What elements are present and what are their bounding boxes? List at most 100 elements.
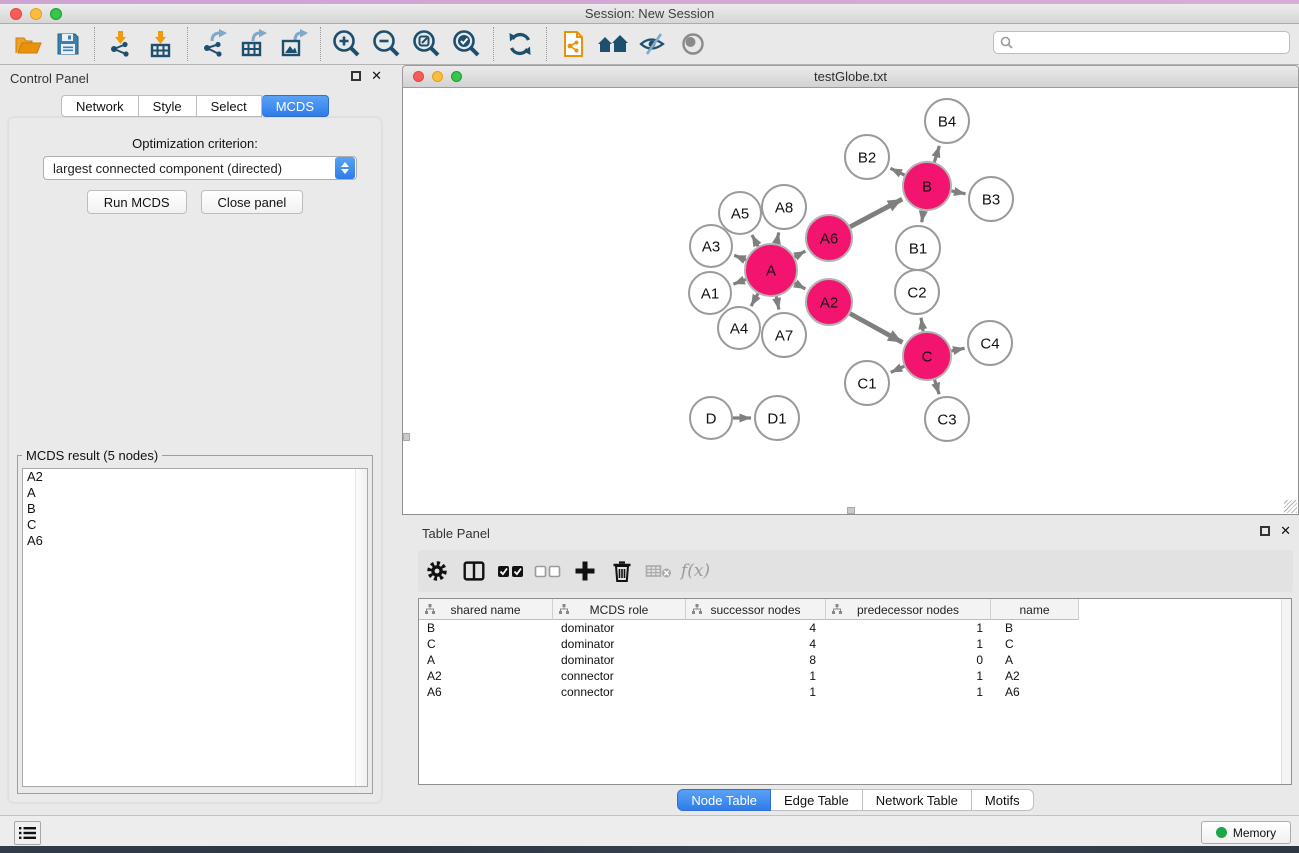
cell[interactable]: connector (553, 685, 686, 699)
tab-motifs[interactable]: Motifs (972, 789, 1034, 811)
mcds-result-item[interactable]: C (23, 517, 367, 533)
add-column-button[interactable] (566, 553, 603, 589)
column-header-name[interactable]: name (991, 599, 1079, 620)
column-header-predecessor-nodes[interactable]: predecessor nodes (826, 599, 991, 620)
cell[interactable]: 0 (826, 653, 991, 667)
zoom-in-button[interactable] (327, 26, 367, 62)
node-A7[interactable]: A7 (762, 313, 806, 357)
table-row[interactable]: A2connector11A2 (419, 668, 1281, 684)
cell[interactable]: 1 (826, 685, 991, 699)
close-panel-button[interactable]: Close panel (201, 190, 304, 214)
cell[interactable]: A6 (991, 685, 1079, 699)
edge-A-A7[interactable] (776, 296, 779, 309)
cell[interactable]: C (419, 637, 553, 651)
tab-node-table[interactable]: Node Table (677, 789, 771, 811)
select-all-button[interactable] (492, 553, 529, 589)
node-B1[interactable]: B1 (896, 226, 940, 270)
node-B4[interactable]: B4 (925, 99, 969, 143)
node-A3[interactable]: A3 (690, 225, 732, 267)
cell[interactable]: 4 (686, 621, 826, 635)
cell[interactable]: connector (553, 669, 686, 683)
export-image-button[interactable] (274, 26, 314, 62)
cell[interactable]: B (991, 621, 1079, 635)
edge-A6-B[interactable] (850, 199, 902, 227)
edge-C-C3[interactable] (935, 380, 940, 394)
cell[interactable]: 4 (686, 637, 826, 651)
search-input[interactable] (1013, 33, 1289, 52)
edge-A2-C[interactable] (850, 314, 902, 343)
cell[interactable]: 1 (826, 637, 991, 651)
node-A2[interactable]: A2 (806, 279, 852, 325)
table-row[interactable]: Adominator80A (419, 652, 1281, 668)
network-window-titlebar[interactable]: testGlobe.txt (402, 65, 1299, 88)
criterion-select[interactable]: largest connected component (directed) (43, 156, 357, 180)
mcds-list-scrollbar[interactable] (355, 469, 367, 786)
home-button[interactable] (593, 26, 633, 62)
edge-A-A8[interactable] (776, 232, 778, 243)
network-graph[interactable]: AA1A2A3A4A5A6A7A8BB1B2B3B4CC1C2C3C4DD1 (403, 88, 1298, 513)
table-settings-button[interactable] (418, 553, 455, 589)
table-row[interactable]: A6connector11A6 (419, 684, 1281, 700)
export-network-button[interactable] (194, 26, 234, 62)
cell[interactable]: 1 (826, 621, 991, 635)
import-table-button[interactable] (141, 26, 181, 62)
mcds-result-item[interactable]: A2 (23, 469, 367, 485)
edge-B-B3[interactable] (951, 191, 965, 194)
node-B[interactable]: B (903, 162, 951, 210)
tab-network-table[interactable]: Network Table (863, 789, 972, 811)
float-table-panel-icon[interactable] (1260, 526, 1270, 536)
edge-A-A5[interactable] (752, 235, 758, 246)
apply-function-button[interactable]: f(x) (677, 553, 714, 589)
node-A5[interactable]: A5 (719, 192, 761, 234)
deselect-all-button[interactable] (529, 553, 566, 589)
mcds-result-item[interactable]: B (23, 501, 367, 517)
float-panel-icon[interactable] (351, 71, 361, 81)
table-row[interactable]: Cdominator41C (419, 636, 1281, 652)
zoom-out-button[interactable] (367, 26, 407, 62)
tab-edge-table[interactable]: Edge Table (771, 789, 863, 811)
canvas-scroll-indicator-left[interactable] (403, 433, 410, 441)
cell[interactable]: 1 (826, 669, 991, 683)
edge-A-A2[interactable] (795, 283, 806, 289)
show-column-button[interactable] (455, 553, 492, 589)
import-network-button[interactable] (101, 26, 141, 62)
tab-network[interactable]: Network (61, 95, 139, 117)
cell[interactable]: 1 (686, 685, 826, 699)
node-A8[interactable]: A8 (762, 185, 806, 229)
edge-B-B2[interactable] (890, 168, 904, 175)
cell[interactable]: dominator (553, 621, 686, 635)
delete-row-button[interactable] (603, 553, 640, 589)
refresh-button[interactable] (500, 26, 540, 62)
node-A4[interactable]: A4 (718, 307, 760, 349)
cell[interactable]: A (419, 653, 553, 667)
cell[interactable]: B (419, 621, 553, 635)
tab-mcds[interactable]: MCDS (262, 95, 329, 117)
edge-C-C4[interactable] (951, 348, 964, 351)
node-A1[interactable]: A1 (689, 272, 731, 314)
close-table-panel-icon[interactable]: ✕ (1280, 526, 1291, 536)
node-C4[interactable]: C4 (968, 321, 1012, 365)
column-header-successor-nodes[interactable]: successor nodes (686, 599, 826, 620)
node-A[interactable]: A (745, 244, 797, 296)
delete-column-button[interactable] (640, 553, 677, 589)
edge-B-B4[interactable] (934, 146, 939, 162)
open-session-button[interactable] (8, 26, 48, 62)
cell[interactable]: A2 (991, 669, 1079, 683)
node-D1[interactable]: D1 (755, 396, 799, 440)
hide-eye-button[interactable] (633, 26, 673, 62)
table-row[interactable]: Bdominator41B (419, 620, 1281, 636)
run-mcds-button[interactable]: Run MCDS (87, 190, 187, 214)
node-C1[interactable]: C1 (845, 361, 889, 405)
edge-C-C1[interactable] (891, 366, 904, 372)
edge-A-A1[interactable] (733, 280, 745, 285)
memory-button[interactable]: Memory (1201, 821, 1291, 844)
tab-style[interactable]: Style (139, 95, 197, 117)
mcds-result-item[interactable]: A6 (23, 533, 367, 549)
edge-B-B1[interactable] (922, 211, 924, 223)
edge-A-A6[interactable] (795, 251, 806, 257)
node-B3[interactable]: B3 (969, 177, 1013, 221)
cell[interactable]: C (991, 637, 1079, 651)
zoom-selected-button[interactable] (447, 26, 487, 62)
column-header-MCDS-role[interactable]: MCDS role (553, 599, 686, 620)
node-B2[interactable]: B2 (845, 135, 889, 179)
